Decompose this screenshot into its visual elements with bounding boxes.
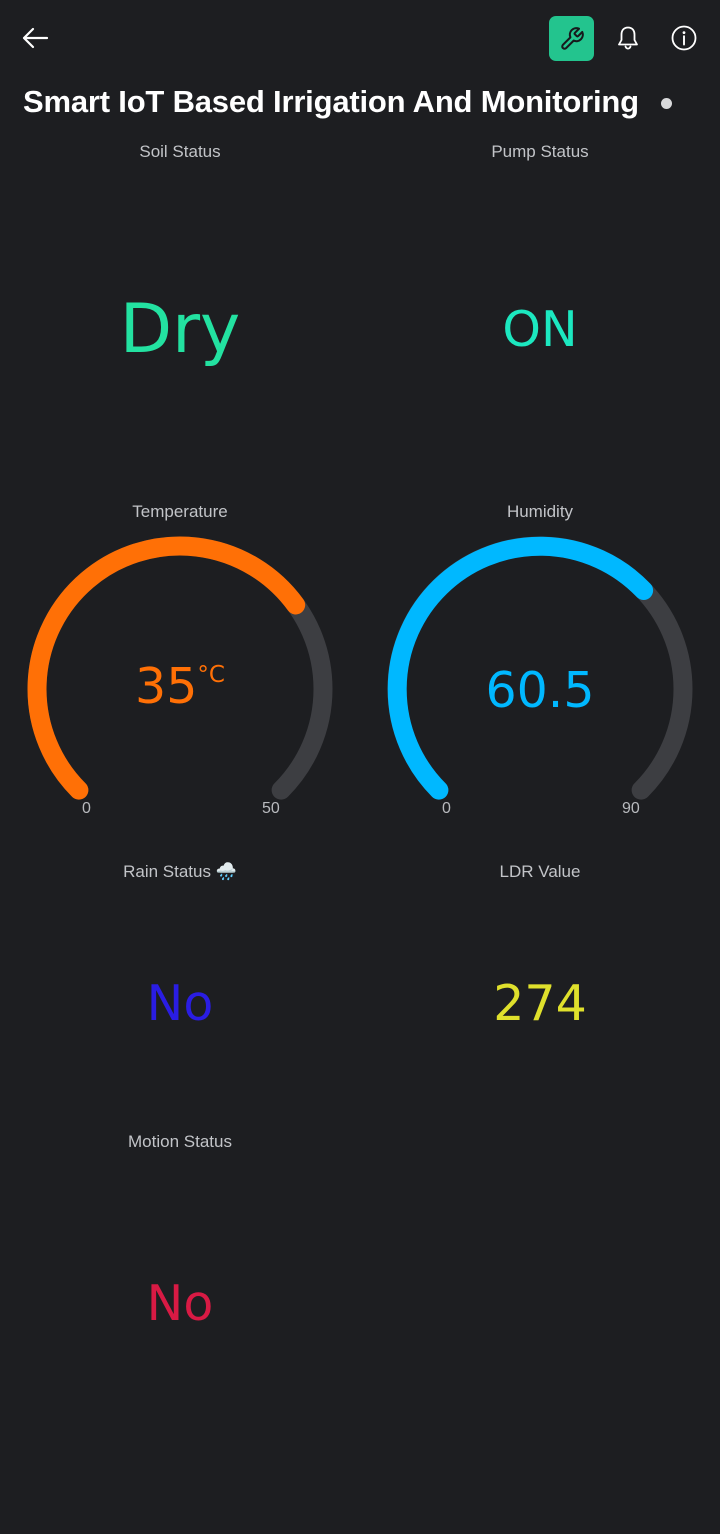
motion-status-value: No <box>146 1275 214 1332</box>
temperature-label: Temperature <box>132 502 228 521</box>
settings-wrench-button[interactable] <box>549 16 594 61</box>
wrench-icon <box>560 26 584 50</box>
device-status-dot <box>661 98 672 109</box>
info-button[interactable] <box>664 18 704 58</box>
ldr-value-label: LDR Value <box>499 862 581 881</box>
temperature-max-label: 50 <box>262 800 280 817</box>
humidity-gauge: 60.5 0 90 <box>360 520 720 820</box>
rain-status-label: Rain Status 🌧️ <box>123 862 237 881</box>
soil-status-value: Dry <box>119 290 241 369</box>
temperature-gauge: 35°C 0 50 <box>0 520 360 820</box>
pump-status-label: Pump Status <box>491 142 589 161</box>
temperature-unit: °C <box>197 662 225 688</box>
back-button[interactable] <box>14 18 56 58</box>
humidity-max-label: 90 <box>622 800 640 817</box>
motion-status-label: Motion Status <box>128 1132 232 1151</box>
humidity-value: 60.5 <box>485 662 595 719</box>
temperature-min-label: 0 <box>82 800 91 817</box>
page-title: Smart IoT Based Irrigation And Monitorin… <box>23 84 639 119</box>
ldr-value: 274 <box>493 975 587 1032</box>
humidity-min-label: 0 <box>442 800 451 817</box>
humidity-label: Humidity <box>506 502 574 521</box>
bell-icon <box>618 26 638 50</box>
rain-status-value: No <box>146 975 214 1032</box>
info-icon <box>671 25 697 51</box>
notifications-button[interactable] <box>608 18 648 58</box>
temperature-number: 35 <box>135 658 198 715</box>
back-arrow-icon <box>22 27 49 49</box>
temperature-value: 35°C <box>0 658 360 715</box>
top-bar <box>0 0 720 78</box>
soil-status-label: Soil Status <box>139 142 221 161</box>
pump-status-value: ON <box>502 301 578 358</box>
